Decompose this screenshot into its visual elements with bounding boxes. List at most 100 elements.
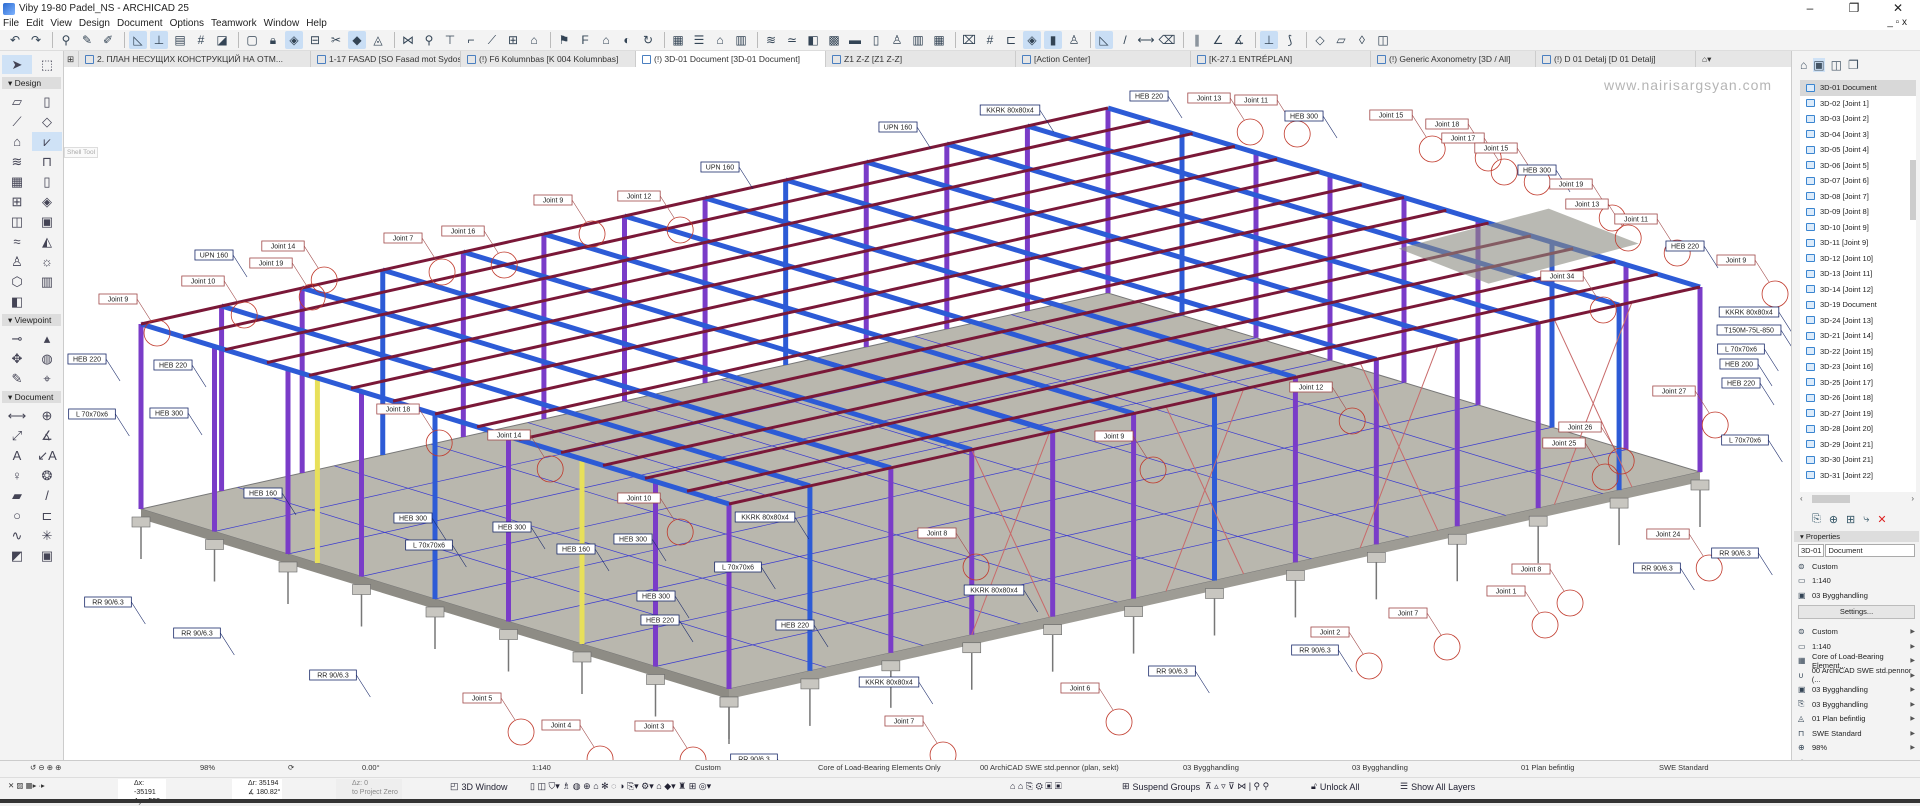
3d-explore-icon[interactable]: ◈ — [1023, 31, 1041, 49]
menu-document[interactable]: Document — [117, 18, 163, 29]
opening-tool-icon[interactable]: ◧ — [2, 292, 32, 311]
stretch-icon[interactable]: ⌐ — [462, 31, 480, 49]
detail-tool-icon[interactable]: ✎ — [2, 369, 32, 388]
property-row[interactable]: ⊓ SWE Standard ▶ — [1794, 726, 1919, 741]
zoom-value[interactable]: 98% — [200, 763, 215, 772]
dimension-standard-value[interactable]: SWE Standard — [1659, 763, 1709, 772]
model-view-value[interactable]: 03 Bygghandling — [1183, 763, 1239, 772]
navigator-item[interactable]: 3D-30 [Joint 21] — [1800, 452, 1916, 468]
property-row[interactable]: ⊕ 98% ▶ — [1794, 741, 1919, 756]
mesh-tool-icon[interactable]: ≈ — [2, 232, 32, 251]
maximize-button[interactable]: ❐ — [1832, 0, 1876, 17]
morph-tool-icon[interactable]: ◭ — [32, 232, 62, 251]
property-row[interactable]: ⎘ 03 Bygghandling ▶ — [1794, 697, 1919, 712]
column-icon[interactable]: ▯ — [867, 31, 885, 49]
slab-icon[interactable]: ▬ — [846, 31, 864, 49]
navigator-item[interactable]: 3D-23 [Joint 16] — [1800, 359, 1916, 375]
project-map-icon[interactable]: ⌂ — [1800, 58, 1807, 72]
structure-display-value[interactable]: Core of Load-Bearing Elements Only — [818, 763, 941, 772]
zoom-controls[interactable]: ↺ ⊖ ⊕ ⊕ — [30, 763, 61, 772]
home-story-icon[interactable]: ⌂ — [597, 31, 615, 49]
3d-view-tools[interactable]: ▯ ◫ ⛉▾ ♗ ◍ ⊕ ⌂ ✻ ◌ ◑ ⎘▾ ⚙▾ ⌂ ◆▾ ♜ ⊞ ◎▾ — [530, 781, 711, 792]
camera-tool-icon[interactable]: ⌖ — [32, 369, 62, 388]
navigator-item[interactable]: 3D-31 [Joint 22] — [1800, 468, 1916, 484]
interior-elevation-tool-icon[interactable]: ✥ — [2, 349, 32, 368]
rotation-value[interactable]: 0.00° — [362, 763, 380, 772]
navigator-item[interactable]: 3D-11 [Joint 9] — [1800, 235, 1916, 251]
arrow-tool-icon[interactable]: ➤ — [2, 55, 32, 74]
menu-window[interactable]: Window — [264, 18, 300, 29]
pencil-icon[interactable]: ✐ — [99, 31, 117, 49]
find-icon[interactable]: ⚲ — [420, 31, 438, 49]
navigator-item[interactable]: 3D-12 [Joint 10] — [1800, 251, 1916, 267]
3d-document-viewport[interactable]: UPN 160 KKRK 80x80x4 HEB 220 Joint 13 Joint … — [64, 67, 1791, 760]
navigator-item[interactable]: 3D-13 [Joint 11] — [1800, 266, 1916, 282]
navigator-item[interactable]: 3D-26 [Joint 18] — [1800, 390, 1916, 406]
minimize-button[interactable]: – — [1788, 0, 1832, 17]
show-all-layers-button[interactable]: ☰ Show All Layers — [1400, 781, 1475, 792]
hotspot-tool-icon[interactable]: ✳ — [32, 526, 62, 545]
beam-tool-icon[interactable]: ⟋ — [2, 112, 32, 131]
offset-icon[interactable]: ⟋ — [483, 31, 501, 49]
user-icon[interactable]: ♙ — [1065, 31, 1083, 49]
cut-icon[interactable]: ✂ — [327, 31, 345, 49]
navigator-item[interactable]: 3D-21 [Joint 14] — [1800, 328, 1916, 344]
mesh-icon[interactable]: ◫ — [1374, 31, 1392, 49]
section-icon[interactable]: ⊞ — [504, 31, 522, 49]
undo-icon[interactable]: ↶ — [6, 31, 24, 49]
navigator-item[interactable]: 3D-03 [Joint 2] — [1800, 111, 1916, 127]
flag-icon[interactable]: ⚑ — [555, 31, 573, 49]
change-tool-icon[interactable]: ❂ — [32, 466, 62, 485]
menu-teamwork[interactable]: Teamwork — [211, 18, 257, 29]
renovation-icon[interactable]: ⌂ — [711, 31, 729, 49]
clone-folder-icon[interactable]: ⎘ — [1812, 513, 1821, 526]
circle-tool-icon[interactable]: ○ — [2, 506, 32, 525]
navigator-item[interactable]: 3D-04 [Joint 3] — [1800, 127, 1916, 143]
skylight-tool-icon[interactable]: ◈ — [32, 192, 62, 211]
property-row[interactable]: ∪ 00 ArchiCAD SWE std.pennor (... ▶ — [1794, 666, 1919, 684]
grid-element-tool-icon[interactable]: ▥ — [32, 272, 62, 291]
polyline-tool-icon[interactable]: ⊏ — [32, 506, 62, 525]
menu-help[interactable]: Help — [306, 18, 327, 29]
delta-z-field[interactable]: Δz: 0 to Project Zero — [336, 779, 402, 799]
angle-icon[interactable]: ∠ — [1209, 31, 1227, 49]
object-tool-icon[interactable]: ♙ — [2, 252, 32, 271]
property-row[interactable]: ◬ 01 Plan befintlig ▶ — [1794, 712, 1919, 727]
layers-icon[interactable]: ☰ — [690, 31, 708, 49]
trace-icon[interactable]: ◪ — [213, 31, 231, 49]
arrange-tools[interactable]: ⊼ ▵ ▿ ⊽ ⋈ | ⚲ ⚲ — [1205, 781, 1269, 792]
tab-entreplan[interactable]: [K-27.1 ENTRÉPLAN] — [1191, 51, 1371, 67]
elevation-icon[interactable]: ⊟ — [306, 31, 324, 49]
text-tool-icon[interactable]: A — [2, 446, 32, 465]
new-folder-icon[interactable]: ⊕ — [1829, 513, 1838, 526]
rotation-field[interactable]: ⟳ — [288, 763, 294, 772]
marquee-icon[interactable]: ▮ — [1044, 31, 1062, 49]
angle-bisector-icon[interactable]: ∡ — [1230, 31, 1248, 49]
beam-icon[interactable]: F — [576, 31, 594, 49]
property-row[interactable]: ⊜ Custom ▶ — [1794, 625, 1919, 640]
guide-lines-icon[interactable]: ◺ — [129, 31, 147, 49]
spline-tool-icon[interactable]: ∿ — [2, 526, 32, 545]
delta-xy-field[interactable]: Δx: -35191Δy: -503 — [118, 779, 166, 805]
redo-icon[interactable]: ↷ — [27, 31, 45, 49]
marquee-tool-icon[interactable]: ⬚ — [32, 55, 62, 74]
plane-icon[interactable]: ▱ — [1332, 31, 1350, 49]
window-tool-icon[interactable]: ▩ — [825, 31, 843, 49]
grid-tool-icon[interactable]: ▦ — [930, 31, 948, 49]
drawing-tool-icon[interactable]: ◩ — [2, 546, 32, 565]
roof-icon[interactable]: ⌂ — [525, 31, 543, 49]
morph-icon[interactable]: ◊ — [1353, 31, 1371, 49]
renovation-filter-value[interactable]: 01 Plan befintlig — [1521, 763, 1574, 772]
navigator-item[interactable]: 3D-29 [Joint 21] — [1800, 437, 1916, 453]
toolbox-section-document[interactable]: ▾ Document — [2, 391, 61, 403]
view-map-list[interactable]: 3D-01 Document 3D-02 [Joint 1] 3D-03 [Join… — [1800, 80, 1916, 492]
lamp-tool-icon[interactable]: ☼ — [32, 252, 62, 271]
worksheet-tool-icon[interactable]: ◍ — [32, 349, 62, 368]
door-tool-icon[interactable]: ▯ — [32, 172, 62, 191]
shell-tool-icon[interactable]: ⩗ — [32, 132, 62, 151]
fill-tool-icon[interactable]: ▰ — [2, 486, 32, 505]
menu-options[interactable]: Options — [170, 18, 204, 29]
align-icon[interactable]: ⊤ — [441, 31, 459, 49]
3d-view-icon[interactable]: ◆ — [348, 31, 366, 49]
wall-end-tool-icon[interactable]: ◫ — [2, 212, 32, 231]
